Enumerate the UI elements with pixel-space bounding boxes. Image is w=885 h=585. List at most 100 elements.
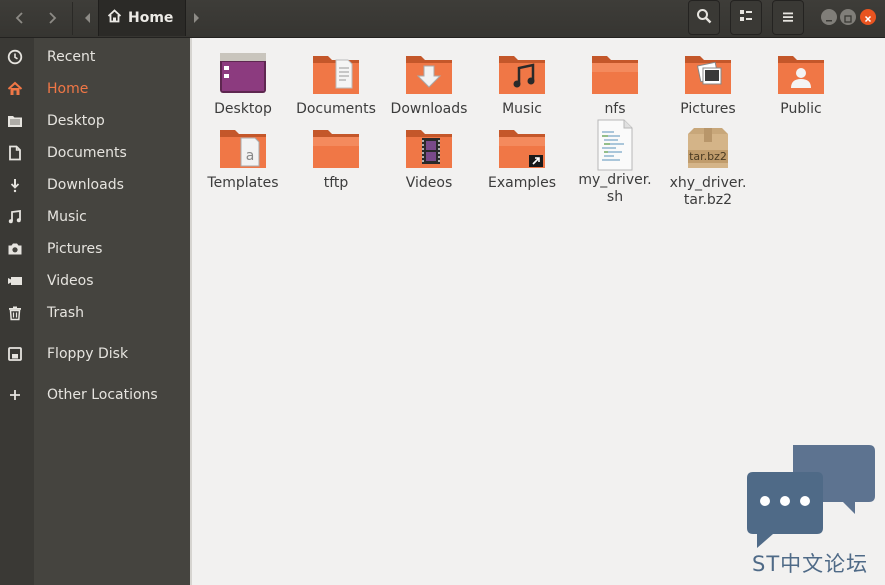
view-toggle-button[interactable] [730,0,762,35]
svg-text:a: a [246,148,255,164]
file-item-pictures[interactable]: Pictures [662,50,754,118]
path-scroll-left-button[interactable] [78,0,98,36]
sidebar-item-label: Pictures [47,241,103,257]
chevron-left-icon [15,11,25,25]
sidebar-item-other-locations[interactable]: Other Locations [0,380,191,410]
file-label: my_driver. sh [569,172,661,206]
file-item-public[interactable]: Public [755,50,847,118]
chevron-right-icon [47,11,57,25]
sidebar-item-label: Videos [47,273,94,289]
maximize-button[interactable] [840,9,856,25]
sidebar-item-label: Home [47,81,89,97]
sidebar-item-label: Music [47,209,87,225]
file-label: Examples [487,175,557,191]
sidebar-item-music[interactable]: Music [0,202,191,232]
file-item-documents[interactable]: Documents [290,50,382,118]
floppy-icon [5,344,25,364]
minimize-icon [825,8,833,27]
script-file-icon [597,119,633,171]
sidebar: Recent Home Desktop Documents Downloads … [0,38,191,585]
file-label: Pictures [680,101,736,117]
file-label: Music [502,101,542,117]
search-button[interactable] [688,0,720,35]
clock-icon [5,47,25,67]
file-item-tftp[interactable]: tftp [290,124,382,192]
maximize-icon [844,8,852,27]
sidebar-item-trash[interactable]: Trash [0,298,191,328]
sidebar-item-documents[interactable]: Documents [0,138,191,168]
forum-watermark-text: ST中文论坛 [752,552,869,576]
back-button[interactable] [4,0,36,36]
sidebar-item-label: Downloads [47,177,124,193]
public-folder-icon [778,56,824,94]
file-label: Desktop [214,101,272,117]
sidebar-item-label: Documents [47,145,127,161]
file-label-line: my_driver. sh [578,172,652,205]
file-label: Documents [296,101,376,117]
list-view-icon [739,8,753,27]
desktop-folder-icon [220,53,266,93]
file-item-xhy-driver-tar-bz2[interactable]: tar.bz2 xhy_driver. tar.bz2 [662,124,754,209]
home-icon [107,9,122,27]
sidebar-item-desktop[interactable]: Desktop [0,106,191,136]
download-icon [5,175,25,195]
sidebar-item-label: Recent [47,49,96,65]
archive-badge: tar.bz2 [689,150,727,163]
file-label: xhy_driver. tar.bz2 [662,175,754,209]
separator [72,2,73,35]
sidebar-item-label: Floppy Disk [47,346,129,362]
link-folder-icon [499,130,545,168]
close-button[interactable] [860,9,876,25]
home-icon [5,79,25,99]
videos-folder-icon [406,130,452,168]
minimize-button[interactable] [821,9,837,25]
search-icon [696,8,712,28]
sidebar-item-recent[interactable]: Recent [0,42,191,72]
path-home-button[interactable]: Home [98,0,187,36]
templates-folder-icon: a [220,130,266,168]
path-home-label: Home [128,10,174,26]
sidebar-item-videos[interactable]: Videos [0,266,191,296]
forward-button[interactable] [36,0,68,36]
folder-icon [592,56,638,94]
menu-button[interactable] [772,0,804,35]
close-icon [864,8,872,27]
path-bar: Home [78,0,206,36]
file-label: Videos [405,175,453,191]
documents-folder-icon [313,56,359,94]
folder-icon [5,111,25,131]
path-scroll-right-button[interactable] [186,0,206,36]
downloads-folder-icon [406,56,452,94]
file-item-my-driver-sh[interactable]: my_driver. sh [569,118,661,206]
file-item-videos[interactable]: Videos [383,124,475,192]
sidebar-item-label: Desktop [47,113,105,129]
hamburger-menu-icon [782,8,794,27]
camera-icon [5,239,25,259]
file-item-desktop[interactable]: Desktop [197,50,289,118]
file-label-line: xhy_driver. tar.bz2 [669,175,747,208]
sidebar-item-home[interactable]: Home [0,74,191,104]
sidebar-item-floppy-disk[interactable]: Floppy Disk [0,339,191,369]
document-icon [5,143,25,163]
header-bar: Home [0,0,885,38]
file-label: Templates [207,175,279,191]
sidebar-item-label: Trash [47,305,84,321]
file-item-music[interactable]: Music [476,50,568,118]
file-item-downloads[interactable]: Downloads [383,50,475,118]
music-folder-icon [499,56,545,94]
file-label: Downloads [390,101,468,117]
file-item-nfs[interactable]: nfs [569,50,661,118]
pictures-folder-icon [685,56,731,94]
sidebar-item-pictures[interactable]: Pictures [0,234,191,264]
plus-icon [5,385,25,405]
file-label: Public [780,101,822,117]
music-icon [5,207,25,227]
file-label: nfs [604,101,626,117]
folder-icon [313,130,359,168]
file-label: tftp [323,175,349,191]
sidebar-item-downloads[interactable]: Downloads [0,170,191,200]
sidebar-item-label: Other Locations [47,387,158,403]
file-item-examples[interactable]: Examples [476,124,568,192]
video-icon [5,271,25,291]
file-item-templates[interactable]: a Templates [197,124,289,192]
